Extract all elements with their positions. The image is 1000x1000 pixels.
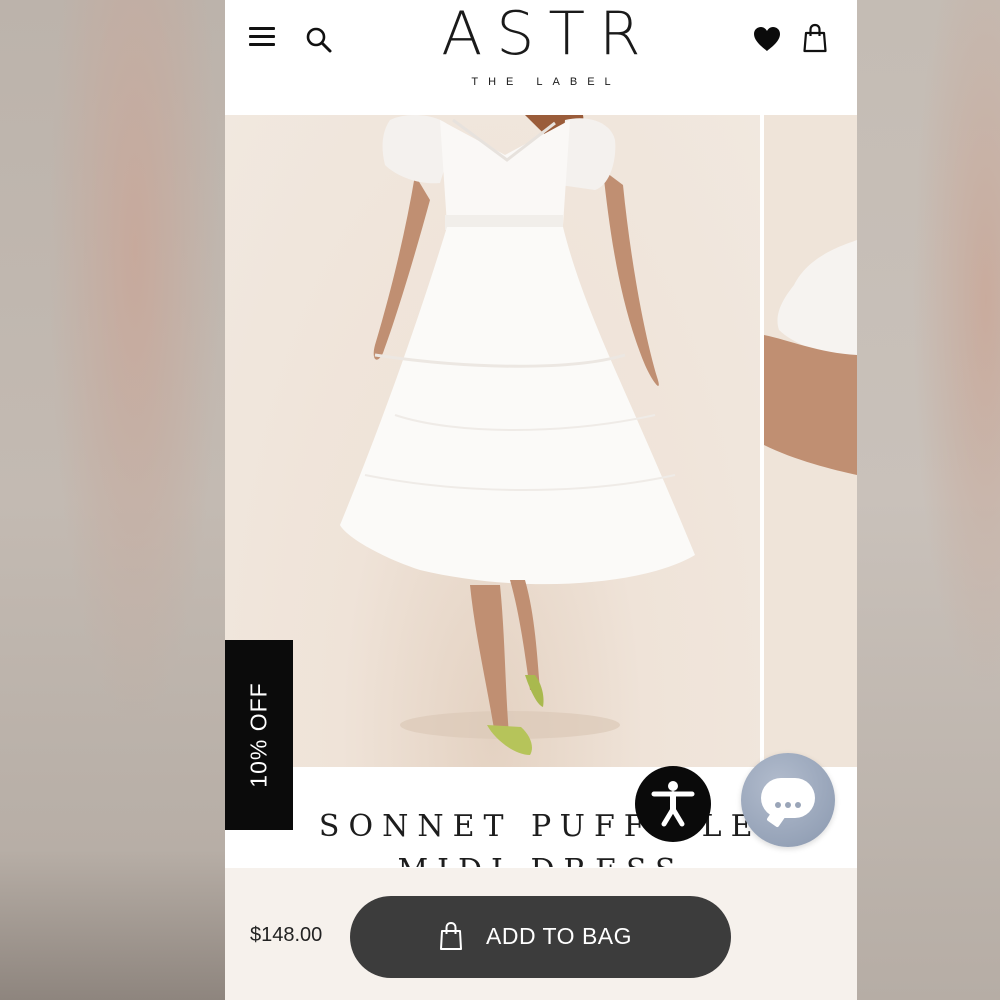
next-image-illustration [764,240,857,475]
product-title-line2: MIDI DRESS [225,853,857,867]
bag-icon [440,921,462,950]
heart-icon[interactable] [752,25,782,53]
chat-button[interactable] [741,753,835,847]
product-image-main[interactable] [225,115,760,767]
bag-icon[interactable] [803,23,827,53]
accessibility-icon [651,781,695,827]
discount-label: 10% OFF [245,682,272,788]
background-blur-right [857,0,1000,1000]
product-image-carousel[interactable] [225,115,857,767]
product-image-next[interactable] [764,115,857,767]
add-to-bag-button[interactable]: ADD TO BAG [350,896,731,978]
dress-model-illustration [340,115,695,755]
buy-bar: $148.00 ADD TO BAG [225,868,857,1000]
product-price: $148.00 [250,924,323,946]
add-to-bag-label: ADD TO BAG [486,923,633,949]
background-blur-left [0,0,225,1000]
discount-badge[interactable]: 10% OFF [225,640,293,830]
site-header: ASTR THE LABEL [225,0,857,115]
phone-screen: ASTR THE LABEL 10% OFF SONNET PUFF SLEEV… [225,0,857,1000]
accessibility-button[interactable] [635,766,711,842]
logo-subtitle: THE LABEL [471,76,621,88]
chat-icon [761,778,815,818]
